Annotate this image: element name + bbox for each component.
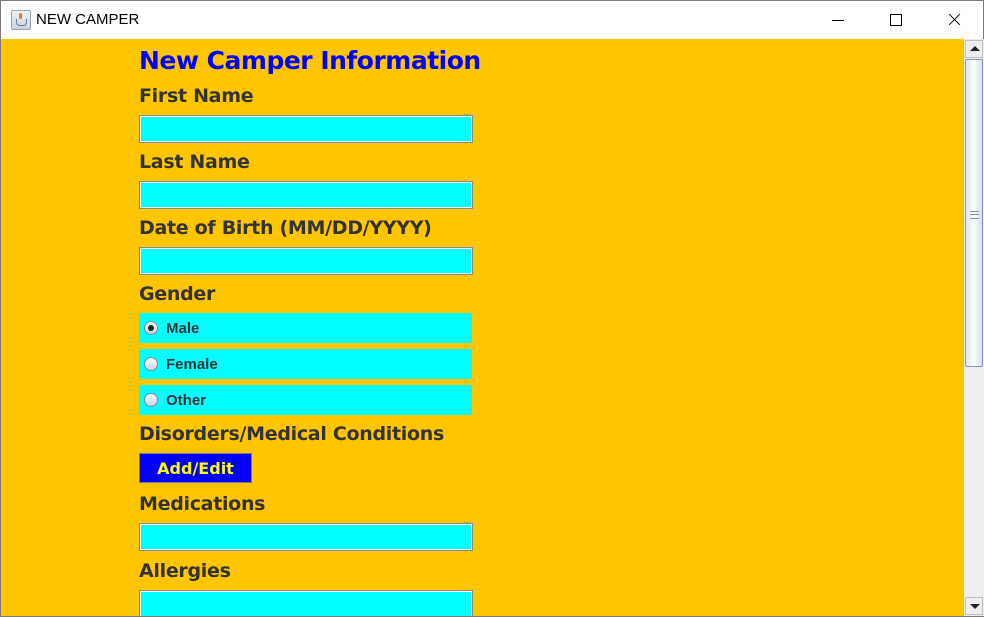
add-edit-conditions-button[interactable]: Add/Edit — [139, 453, 252, 483]
new-camper-window: NEW CAMPER New Camper Information First … — [0, 0, 984, 617]
radio-unselected-icon[interactable] — [144, 393, 158, 407]
grip-icon — [970, 211, 979, 219]
form-panel: New Camper Information First Name Last N… — [1, 39, 963, 616]
scroll-down-arrow-icon[interactable] — [965, 597, 983, 615]
medications-label: Medications — [139, 493, 266, 515]
gender-option-label: Other — [166, 392, 207, 409]
dob-field[interactable] — [139, 247, 473, 275]
gender-option-female[interactable]: Female — [139, 349, 472, 379]
gender-option-male[interactable]: Male — [139, 313, 472, 343]
allergies-label: Allergies — [139, 560, 231, 582]
vertical-scrollbar[interactable] — [963, 39, 984, 616]
scrollbar-thumb[interactable] — [965, 59, 983, 367]
gender-option-label: Female — [166, 356, 218, 373]
last-name-field[interactable] — [139, 181, 473, 209]
first-name-label: First Name — [139, 85, 254, 107]
medications-field[interactable] — [139, 523, 473, 551]
minimize-button[interactable] — [809, 1, 867, 39]
scroll-up-arrow-icon[interactable] — [965, 40, 983, 58]
close-button[interactable] — [925, 1, 983, 39]
window-title: NEW CAMPER — [36, 11, 140, 28]
gender-option-label: Male — [166, 320, 200, 337]
gender-option-other[interactable]: Other — [139, 385, 472, 415]
form-heading: New Camper Information — [139, 46, 481, 75]
gender-label: Gender — [139, 283, 216, 305]
first-name-field[interactable] — [139, 115, 473, 143]
maximize-button[interactable] — [867, 1, 925, 39]
title-bar: NEW CAMPER — [1, 1, 983, 39]
dob-label: Date of Birth (MM/DD/YYYY) — [139, 217, 432, 239]
last-name-label: Last Name — [139, 151, 250, 173]
radio-unselected-icon[interactable] — [144, 357, 158, 371]
conditions-label: Disorders/Medical Conditions — [139, 423, 444, 445]
radio-selected-icon[interactable] — [144, 321, 158, 335]
allergies-field[interactable] — [139, 590, 473, 616]
java-app-icon — [11, 10, 31, 30]
